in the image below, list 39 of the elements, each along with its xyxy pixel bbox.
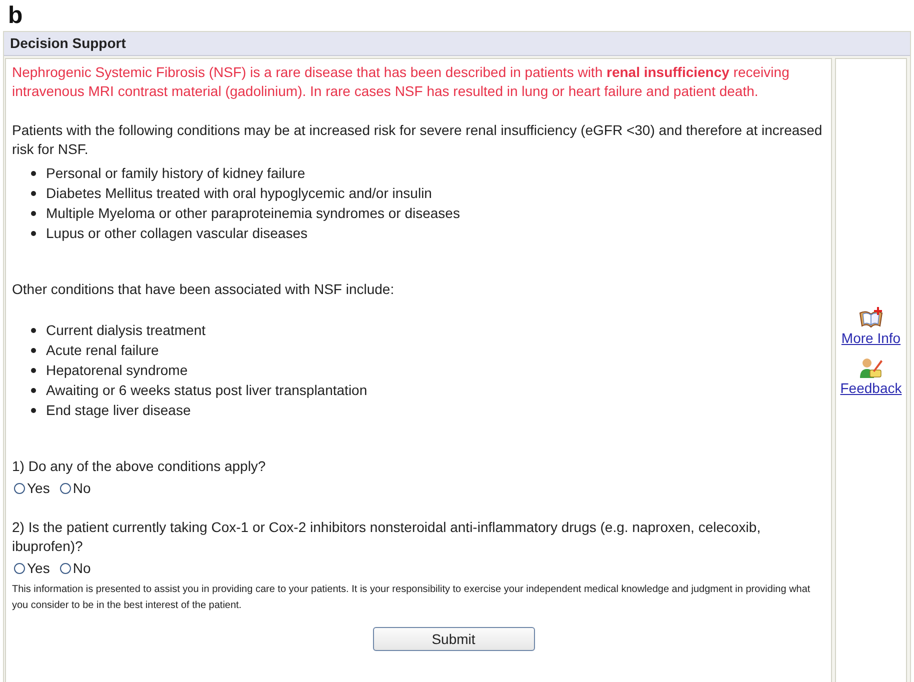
- list-item: Diabetes Mellitus treated with oral hypoglycemic and/or insulin: [46, 184, 432, 203]
- radio-icon[interactable]: [60, 563, 71, 574]
- bullet-icon: [31, 328, 36, 333]
- bullet-icon: [31, 191, 36, 196]
- bullet-icon: [31, 348, 36, 353]
- risk-intro: Patients with the following conditions may be at increased risk for severe renal insufficiency (eGFR <30) and therefore at increased risk for NSF.: [12, 121, 824, 159]
- list-item: Acute renal failure: [46, 341, 159, 360]
- warning-text: Nephrogenic Systemic Fibrosis (NSF) is a rare disease that has been described in patients with renal insufficiency receiving intravenous MRI contrast material (gadolinium). In rare cases NSF has resulted in lung or heart failure and patient death.: [12, 63, 790, 101]
- figure-label: b: [7, 1, 23, 31]
- disclaimer-text: This information is presented to assist you in providing care to your patients. It is your responsibility to exercise your independent medical knowledge and judgment in providing what you consider to be in the best interest of the patient.: [12, 583, 812, 613]
- associated-intro: Other conditions that have been associated with NSF include:: [12, 280, 396, 299]
- question-text: 2) Is the patient currently taking Cox-1 or Cox-2 inhibitors nonsteroidal anti-inflammatory drugs (e.g. naproxen, celecoxib, ibuprofen)?: [12, 518, 762, 556]
- bullet-icon: [31, 231, 36, 236]
- radio-icon[interactable]: [14, 563, 25, 574]
- radio-option[interactable]: No: [60, 559, 91, 578]
- radio-option[interactable]: No: [60, 479, 91, 498]
- bullet-icon: [31, 171, 36, 176]
- radio-option[interactable]: Yes: [14, 479, 50, 498]
- bullet-icon: [31, 408, 36, 413]
- sidebar-link[interactable]: Feedback: [840, 378, 902, 396]
- sidebar-link[interactable]: More Info: [841, 328, 901, 346]
- bullet-icon: [31, 211, 36, 216]
- panel-title: Decision Support: [4, 32, 910, 56]
- radio-option[interactable]: Yes: [14, 559, 50, 578]
- question-text: 1) Do any of the above conditions apply?: [12, 457, 267, 476]
- bullet-icon: [31, 388, 36, 393]
- list-item: Lupus or other collagen vascular diseases: [46, 224, 308, 243]
- list-item: Current dialysis treatment: [46, 321, 206, 340]
- book-icon: [858, 306, 884, 328]
- list-item: Multiple Myeloma or other paraproteinemia syndromes or diseases: [46, 204, 460, 223]
- person-pencil-icon: [859, 356, 883, 378]
- list-item: Hepatorenal syndrome: [46, 361, 188, 380]
- radio-icon[interactable]: [14, 483, 25, 494]
- bullet-icon: [31, 368, 36, 373]
- list-item: Personal or family history of kidney failure: [46, 164, 306, 183]
- radio-icon[interactable]: [60, 483, 71, 494]
- submit-button[interactable]: Submit: [372, 627, 534, 651]
- list-item: Awaiting or 6 weeks status post liver transplantation: [46, 381, 368, 400]
- list-item: End stage liver disease: [46, 401, 191, 420]
